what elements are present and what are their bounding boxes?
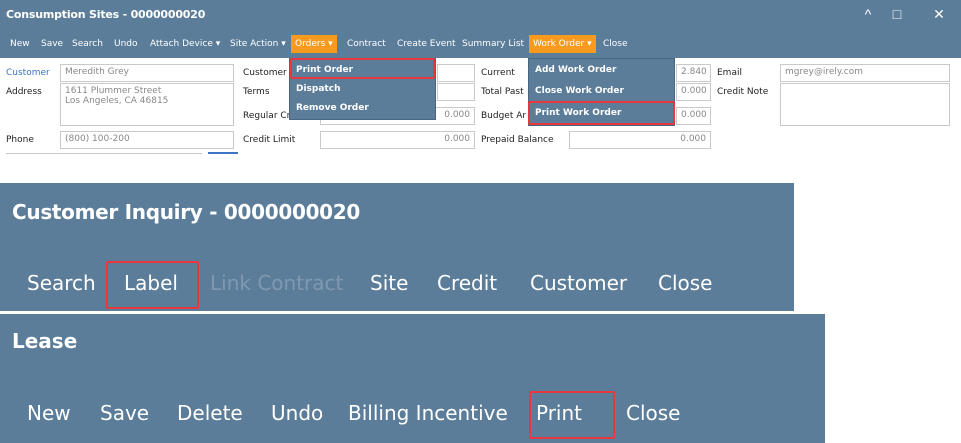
- search-button[interactable]: Search: [68, 35, 107, 53]
- credit-button[interactable]: Credit: [437, 271, 497, 295]
- credit-limit-label: Credit Limit: [243, 135, 296, 145]
- site-action-menu[interactable]: Site Action ▾: [226, 35, 290, 53]
- new-button[interactable]: New: [6, 35, 34, 53]
- address-label: Address: [6, 87, 42, 97]
- save-button[interactable]: Save: [37, 35, 67, 53]
- customer-field[interactable]: Meredith Grey: [60, 64, 234, 82]
- customer-form: Customer Meredith Grey Address 1611 Plum…: [0, 58, 961, 158]
- phone-label: Phone: [6, 135, 34, 145]
- link-contract-button[interactable]: Link Contract: [210, 271, 343, 295]
- minimize-icon[interactable]: ^: [855, 3, 881, 25]
- address-line-1: 1611 Plummer Street: [65, 86, 162, 96]
- credit-note-field[interactable]: [780, 83, 950, 126]
- undo-button[interactable]: Undo: [110, 35, 142, 53]
- create-event-button[interactable]: Create Event: [393, 35, 460, 53]
- save-button[interactable]: Save: [100, 401, 149, 425]
- total-past-label: Total Past: [481, 87, 524, 97]
- credit-note-label: Credit Note: [717, 87, 769, 97]
- new-button[interactable]: New: [27, 401, 71, 425]
- billing-incentive-button[interactable]: Billing Incentive: [348, 401, 508, 425]
- print-order-highlight: [290, 58, 435, 79]
- address-line-2: Los Angeles, CA 46815: [65, 96, 169, 106]
- label-highlight: [106, 261, 199, 309]
- close-button[interactable]: Close: [658, 271, 712, 295]
- print-work-order-highlight: [528, 101, 675, 125]
- remove-order-item[interactable]: Remove Order: [292, 98, 369, 118]
- consumption-sites-window: Consumption Sites - 0000000020 ^ □ ✕ New…: [0, 0, 961, 158]
- close-button[interactable]: Close: [599, 35, 632, 53]
- window-title: Consumption Sites - 0000000020: [6, 8, 206, 21]
- regular-credit-label: Regular Cr: [243, 111, 291, 121]
- window-title: Customer Inquiry - 0000000020: [12, 200, 361, 224]
- summary-list-button[interactable]: Summary List: [458, 35, 528, 53]
- customer-number-label: Customer: [243, 68, 287, 78]
- dispatch-item[interactable]: Dispatch: [292, 79, 340, 99]
- maximize-icon[interactable]: □: [884, 3, 910, 25]
- address-field[interactable]: 1611 Plummer Street Los Angeles, CA 4681…: [60, 83, 234, 126]
- lease-window: Lease New Save Delete Undo Billing Incen…: [0, 314, 825, 443]
- email-field[interactable]: mgrey@irely.com: [780, 64, 950, 82]
- current-field[interactable]: 2.840: [676, 64, 711, 82]
- delete-button[interactable]: Delete: [177, 401, 243, 425]
- close-icon[interactable]: ✕: [926, 3, 952, 25]
- work-order-menu[interactable]: Work Order ▾: [529, 35, 596, 53]
- terms-field[interactable]: [437, 83, 475, 101]
- total-past-field[interactable]: 0.000: [676, 83, 711, 101]
- customer-inquiry-window: Customer Inquiry - 0000000020 Search Lab…: [0, 183, 794, 311]
- current-label: Current: [481, 68, 515, 78]
- undo-button[interactable]: Undo: [271, 401, 323, 425]
- email-label: Email: [717, 68, 742, 78]
- orders-menu[interactable]: Orders ▾: [291, 35, 337, 53]
- attach-device-menu[interactable]: Attach Device ▾: [146, 35, 224, 53]
- add-work-order-item[interactable]: Add Work Order: [531, 60, 616, 80]
- print-highlight: [529, 391, 615, 439]
- prepaid-balance-field[interactable]: 0.000: [569, 131, 711, 149]
- window-titlebar: Consumption Sites - 0000000020 ^ □ ✕: [0, 0, 961, 30]
- window-title: Lease: [12, 329, 78, 353]
- customer-label[interactable]: Customer: [6, 68, 50, 78]
- phone-field[interactable]: (800) 100-200: [60, 131, 234, 149]
- phone-underline: [6, 153, 202, 154]
- close-work-order-item[interactable]: Close Work Order: [531, 81, 624, 101]
- tab-indicator: [208, 152, 238, 154]
- customer-button[interactable]: Customer: [530, 271, 627, 295]
- prepaid-balance-label: Prepaid Balance: [481, 135, 554, 145]
- customer-number-field[interactable]: [437, 64, 475, 82]
- search-button[interactable]: Search: [27, 271, 96, 295]
- budget-label: Budget Ar: [481, 111, 527, 121]
- terms-label: Terms: [243, 87, 270, 97]
- contract-button[interactable]: Contract: [343, 35, 390, 53]
- site-button[interactable]: Site: [370, 271, 408, 295]
- toolbar: New Save Search Undo Attach Device ▾ Sit…: [0, 30, 961, 58]
- credit-limit-field[interactable]: 0.000: [320, 131, 475, 149]
- budget-field[interactable]: 0.000: [676, 107, 711, 125]
- close-button[interactable]: Close: [626, 401, 680, 425]
